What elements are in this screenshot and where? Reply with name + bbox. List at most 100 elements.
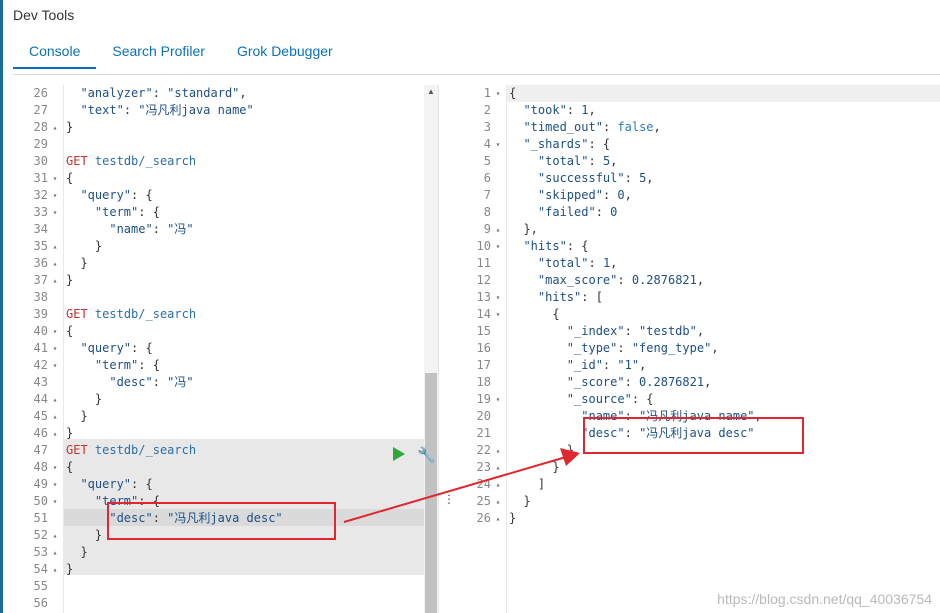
pane-divider[interactable] (438, 85, 458, 613)
request-line: 48 ▾ { (14, 459, 424, 476)
response-line: 11 "total": 1, (457, 255, 940, 272)
watermark: https://blog.csdn.net/qq_40036754 (717, 591, 932, 607)
response-line: 16 "_type": "feng_type", (457, 340, 940, 357)
line-number: 7 (483, 188, 491, 202)
fold-close-icon[interactable]: ▴ (50, 408, 60, 425)
play-icon[interactable] (393, 447, 405, 461)
fold-close-icon[interactable]: ▴ (50, 391, 60, 408)
fold-close-icon[interactable]: ▴ (50, 238, 60, 255)
fold-open-icon[interactable]: ▾ (493, 306, 503, 323)
line-number: 23 (476, 460, 491, 474)
fold-open-icon[interactable]: ▾ (493, 391, 503, 408)
line-number: 50 (33, 494, 48, 508)
line-number: 6 (483, 171, 491, 185)
line-number: 5 (483, 154, 491, 168)
code-text: } (523, 494, 531, 508)
request-line: 31 ▾ { (14, 170, 424, 187)
request-line: 37 ▴} (14, 272, 424, 289)
fold-close-icon[interactable]: ▴ (493, 221, 503, 238)
code-text: "desc": "冯" (109, 375, 194, 389)
fold-open-icon[interactable]: ▾ (50, 340, 60, 357)
line-number: 4 (483, 137, 491, 151)
line-number: 31 (33, 171, 48, 185)
line-number: 39 (33, 307, 48, 321)
code-text: } (566, 443, 575, 457)
fold-close-icon[interactable]: ▴ (50, 272, 60, 289)
wrench-icon[interactable]: 🔧 (417, 446, 436, 464)
code-text: { (66, 460, 74, 474)
code-text: } (509, 511, 517, 525)
code-text: "_source": { (566, 392, 654, 406)
line-number: 36 (33, 256, 48, 270)
fold-open-icon[interactable]: ▾ (493, 136, 503, 153)
response-line: 10 ▾ "hits": { (457, 238, 940, 255)
fold-open-icon[interactable]: ▾ (493, 85, 503, 102)
line-number: 19 (476, 392, 491, 406)
code-text: } (80, 545, 88, 559)
fold-open-icon[interactable]: ▾ (50, 476, 60, 493)
line-number: 53 (33, 545, 48, 559)
line-number: 13 (476, 290, 491, 304)
response-line: 2 "took": 1, (457, 102, 940, 119)
fold-close-icon[interactable]: ▴ (50, 425, 60, 442)
fold-open-icon[interactable]: ▾ (50, 170, 60, 187)
fold-close-icon[interactable]: ▴ (493, 459, 503, 476)
fold-open-icon[interactable]: ▾ (50, 323, 60, 340)
tab-console[interactable]: Console (13, 38, 97, 69)
response-line: 26 ▴} (457, 510, 940, 527)
line-number: 43 (33, 375, 48, 389)
code-text: { (509, 86, 517, 100)
request-scrollbar[interactable]: ▲ (424, 85, 438, 613)
code-text: } (94, 239, 103, 253)
fold-close-icon[interactable]: ▴ (493, 510, 503, 527)
line-number: 22 (476, 443, 491, 457)
line-number: 38 (33, 290, 48, 304)
line-number: 37 (33, 273, 48, 287)
drag-handle-icon[interactable]: ⋮ (443, 492, 455, 506)
code-text: "took": 1, (523, 103, 596, 117)
code-text: "_type": "feng_type", (566, 341, 719, 355)
scroll-up-icon[interactable]: ▲ (427, 87, 435, 96)
line-number: 30 (33, 154, 48, 168)
line-number: 15 (476, 324, 491, 338)
code-text: GET testdb/_search (66, 443, 197, 457)
code-text: "_shards": { (523, 137, 611, 151)
line-number: 3 (483, 120, 491, 134)
line-number: 14 (476, 307, 491, 321)
line-number: 26 (33, 86, 48, 100)
tab-grok-debugger[interactable]: Grok Debugger (221, 38, 349, 69)
fold-open-icon[interactable]: ▾ (50, 493, 60, 510)
fold-open-icon[interactable]: ▾ (50, 357, 60, 374)
request-line: 44 ▴ } (14, 391, 424, 408)
fold-open-icon[interactable]: ▾ (493, 238, 503, 255)
fold-close-icon[interactable]: ▴ (493, 442, 503, 459)
fold-close-icon[interactable]: ▴ (493, 476, 503, 493)
request-line: 35 ▴ } (14, 238, 424, 255)
fold-close-icon[interactable]: ▴ (50, 119, 60, 136)
response-line: 8 "failed": 0 (457, 204, 940, 221)
fold-open-icon[interactable]: ▾ (493, 289, 503, 306)
line-number: 29 (33, 137, 48, 151)
tab-search-profiler[interactable]: Search Profiler (96, 38, 221, 69)
fold-close-icon[interactable]: ▴ (50, 527, 60, 544)
fold-close-icon[interactable]: ▴ (50, 255, 60, 272)
request-line: 29 (14, 136, 424, 153)
fold-open-icon[interactable]: ▾ (50, 204, 60, 221)
fold-close-icon[interactable]: ▴ (493, 493, 503, 510)
response-line: 13 ▾ "hits": [ (457, 289, 940, 306)
fold-open-icon[interactable]: ▾ (50, 459, 60, 476)
request-scroll-thumb[interactable] (425, 373, 437, 613)
code-text: } (94, 392, 103, 406)
fold-close-icon[interactable]: ▴ (50, 544, 60, 561)
code-text: "hits": { (523, 239, 589, 253)
line-number: 41 (33, 341, 48, 355)
fold-close-icon[interactable]: ▴ (50, 561, 60, 578)
left-accent-bar (0, 0, 3, 613)
request-line: 56 (14, 595, 424, 612)
line-number: 27 (33, 103, 48, 117)
request-line: 36 ▴ } (14, 255, 424, 272)
response-line: 4 ▾ "_shards": { (457, 136, 940, 153)
request-line: 41 ▾ "query": { (14, 340, 424, 357)
fold-open-icon[interactable]: ▾ (50, 187, 60, 204)
line-number: 46 (33, 426, 48, 440)
